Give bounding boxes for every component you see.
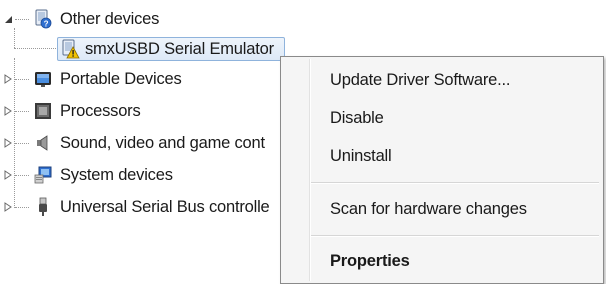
context-menu: Update Driver Software... Disable Uninst… <box>280 56 604 284</box>
tree-item-label: Sound, video and game cont <box>60 134 265 152</box>
menu-item-update-driver-software[interactable]: Update Driver Software... <box>283 63 601 97</box>
tree-connector <box>15 111 29 112</box>
tree-connector <box>15 143 29 144</box>
tree-item-label: Universal Serial Bus controlle <box>60 198 270 216</box>
tree-item-label: Processors <box>60 102 141 120</box>
menu-item-disable[interactable]: Disable <box>283 101 601 135</box>
tree-item-smxusbd-serial-emulator[interactable]: smxUSBD Serial Emulator <box>0 37 300 61</box>
menu-separator <box>311 182 599 184</box>
collapsed-triangle-icon[interactable] <box>4 138 13 148</box>
tree-item-other-devices[interactable]: ? Other devices <box>0 7 300 31</box>
menu-item-properties[interactable]: Properties <box>283 244 601 278</box>
device-manager-view: ? Other devices smxUSBD Serial Emulator <box>0 0 606 284</box>
device-tree: ? Other devices smxUSBD Serial Emulator <box>0 0 300 284</box>
warning-device-icon <box>60 39 80 59</box>
processor-icon <box>33 101 53 121</box>
expanded-triangle-icon[interactable] <box>4 14 13 24</box>
tree-connector <box>15 79 29 80</box>
tree-item-label: Portable Devices <box>60 70 182 88</box>
tree-item-label: Other devices <box>60 10 160 28</box>
system-device-icon <box>33 165 53 185</box>
tree-connector <box>15 19 29 20</box>
menu-separator <box>311 235 599 237</box>
collapsed-triangle-icon[interactable] <box>4 74 13 84</box>
tree-connector <box>15 175 29 176</box>
collapsed-triangle-icon[interactable] <box>4 106 13 116</box>
tree-item-label: smxUSBD Serial Emulator <box>85 40 274 58</box>
tree-item-usb-controllers[interactable]: Universal Serial Bus controlle <box>0 195 300 219</box>
svg-text:?: ? <box>44 20 49 29</box>
tree-item-portable-devices[interactable]: Portable Devices <box>0 67 300 91</box>
usb-icon <box>33 197 53 217</box>
menu-item-uninstall[interactable]: Uninstall <box>283 139 601 173</box>
collapsed-triangle-icon[interactable] <box>4 170 13 180</box>
tree-item-system-devices[interactable]: System devices <box>0 163 300 187</box>
collapsed-triangle-icon[interactable] <box>4 202 13 212</box>
unknown-device-icon: ? <box>33 9 53 29</box>
speaker-icon <box>33 133 53 153</box>
tree-item-processors[interactable]: Processors <box>0 99 300 123</box>
menu-item-scan-for-hardware-changes[interactable]: Scan for hardware changes <box>283 192 601 226</box>
tree-item-sound-video-game[interactable]: Sound, video and game cont <box>0 131 300 155</box>
tree-connector <box>15 207 29 208</box>
tree-item-label: System devices <box>60 166 173 184</box>
portable-device-icon <box>33 69 53 89</box>
